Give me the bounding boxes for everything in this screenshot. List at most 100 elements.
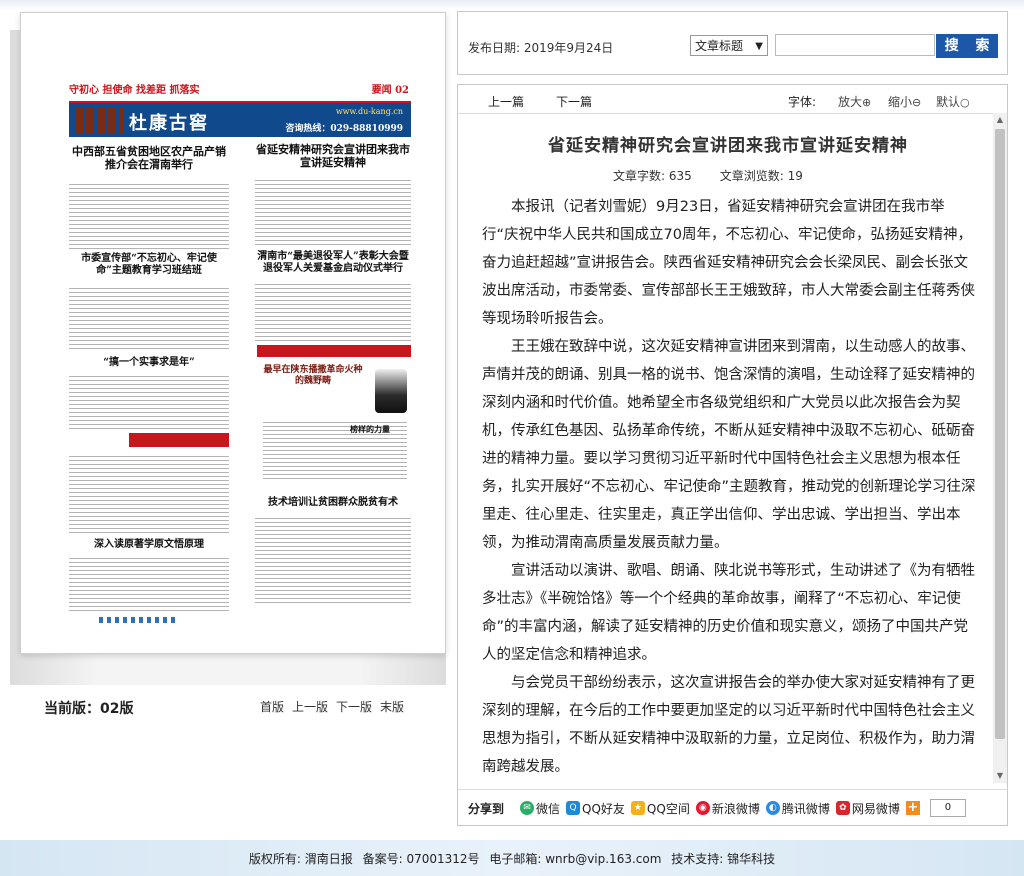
newspaper-page-image[interactable]: 守初心 担使命 找差距 抓落实 要闻 02 杜康古窖 www.du-kang.c… [49,73,433,623]
first-edition-link[interactable]: 首版 [260,698,284,715]
paper-portrait [375,369,407,413]
share-sina-weibo[interactable]: ◉ 新浪微博 [695,800,760,817]
prev-article-link[interactable]: 上一篇 [488,93,524,110]
zoom-out-button[interactable]: 缩小⊖ [888,93,921,110]
share-bar: 分享到 ✉ 微信 Q QQ好友 ★ QQ空间 ◉ 新浪微博 ◐ 腾讯微博 ✿ 网易微博 + … [458,789,1007,824]
zoom-default-label: 默认 [936,95,961,109]
prev-edition-link[interactable]: 上一版 [292,698,328,715]
view-count: 文章浏览数: 19 [719,169,803,183]
paper-text-block [255,281,411,341]
wechat-icon: ✉ [520,801,534,815]
publish-date: 发布日期: 2019年9月24日 [468,41,614,55]
paper-section-bar [257,345,411,357]
search-field-select[interactable]: 文章标题 ▼ [690,35,768,56]
scroll-up-arrow-icon[interactable]: ▲ [993,113,1007,127]
ad-tel: 咨询热线：029-88810999 [285,124,403,134]
netease-weibo-icon: ✿ [835,801,850,815]
paper-red-box [129,433,229,447]
edition-pager: 首版 上一版 下一版 末版 [260,698,404,715]
paper-headline[interactable]: 技术培训让贫困群众脱贫有术 [255,497,411,509]
article-paragraph: 与会党员干部纷纷表示，这次宣讲报告会的举办使大家对延安精神有了更深刻的理解，在今… [482,675,975,775]
scroll-thumb[interactable] [995,129,1005,739]
paper-headline[interactable]: 榜样的力量 [333,424,407,435]
next-edition-link[interactable]: 下一版 [336,698,372,715]
search-panel: 发布日期: 2019年9月24日 文章标题 ▼ 搜 索 [457,11,1008,75]
search-input[interactable] [775,34,935,56]
newspaper-edition: 要闻 02 [371,85,409,96]
footer-text: 版权所有: 渭南日报 备案号: 07001312号 电子邮箱: wnrb@vip… [0,850,1024,867]
next-article-link[interactable]: 下一篇 [556,93,592,110]
article-panel: 上一篇 下一篇 字体: 放大⊕ 缩小⊖ 默认○ 省延安精神研究会宣讲团来我市宣讲… [457,84,1008,826]
paper-text-block [69,181,229,251]
paper-text-block [255,515,411,605]
share-netease-weibo[interactable]: ✿ 网易微博 [835,800,900,817]
zoom-default-button[interactable]: 默认○ [936,93,970,110]
zoom-out-label: 缩小 [888,95,913,109]
article-scrollbar[interactable]: ▲ ▼ [993,113,1007,783]
footer-support: 技术支持: 锦华科技 [671,852,776,866]
paper-page-dots [99,617,179,623]
minus-circle-icon: ⊖ [912,96,922,109]
article-paragraph: 宣讲活动以演讲、歌唱、朗诵、陕北说书等形式，生动讲述了《为有牺牲多壮志》《半碗饸… [482,563,975,663]
article-toolbar: 上一篇 下一篇 字体: 放大⊕ 缩小⊖ 默认○ [458,85,1007,114]
share-items: ✉ 微信 Q QQ好友 ★ QQ空间 ◉ 新浪微博 ◐ 腾讯微博 ✿ 网易微博 + 0 [520,799,966,817]
ad-url: www.du-kang.cn [335,107,403,116]
share-qq-label: QQ好友 [582,801,625,816]
tencent-weibo-icon: ◐ [765,801,780,815]
share-qzone-label: QQ空间 [646,801,690,816]
current-edition-label: 当前版：02版 [44,701,134,717]
share-netease-label: 网易微博 [851,801,900,816]
newspaper-slogan: 守初心 担使命 找差距 抓落实 [69,85,200,96]
scroll-down-arrow-icon[interactable]: ▼ [993,769,1007,783]
share-wechat[interactable]: ✉ 微信 [520,800,560,817]
circle-icon: ○ [960,96,970,109]
share-qzone[interactable]: ★ QQ空间 [630,800,690,817]
site-footer: 版权所有: 渭南日报 备案号: 07001312号 电子邮箱: wnrb@vip… [0,840,1024,876]
dropdown-caret-icon: ▼ [755,41,763,52]
paper-headline[interactable]: 市委宣传部“不忘初心、牢记使命”主题教育学习班结班 [69,253,229,277]
article-meta: 文章字数: 635 文章浏览数: 19 [613,167,803,184]
paper-headline[interactable]: 深入读原著学原文悟原理 [69,539,229,551]
footer-copyright: 版权所有: 渭南日报 [248,852,353,866]
newspaper-banner: 守初心 担使命 找差距 抓落实 要闻 02 [69,79,411,104]
share-sina-label: 新浪微博 [711,801,760,816]
share-more-plus-icon[interactable]: + [905,801,920,815]
article-title: 省延安精神研究会宣讲团来我市宣讲延安精神 [548,136,908,156]
qq-icon: Q [566,801,581,815]
footer-email: 电子邮箱: wnrb@vip.163.com [489,852,662,866]
share-tencent-weibo[interactable]: ◐ 腾讯微博 [765,800,830,817]
paper-headline[interactable]: 省延安精神研究会宣讲团来我市宣讲延安精神 [255,143,411,169]
paper-headline[interactable]: 中西部五省贫困地区农产品产销推介会在渭南举行 [69,145,229,171]
zoom-in-button[interactable]: 放大⊕ [838,93,871,110]
zoom-in-label: 放大 [838,95,863,109]
font-size-label: 字体: [788,95,817,109]
paper-text-block [69,285,229,351]
share-count: 0 [929,799,966,817]
share-tencent-label: 腾讯微博 [781,801,830,816]
paper-text-block [69,373,229,429]
paper-headline[interactable]: “搞一个实事求是年” [69,357,229,369]
ad-bottles-image [75,107,123,133]
word-count: 文章字数: 635 [613,169,692,183]
newspaper-ad: 杜康古窖 www.du-kang.cn 咨询热线：029-88810999 [69,103,411,137]
share-wechat-label: 微信 [536,801,561,816]
newspaper-page-frame[interactable]: 守初心 担使命 找差距 抓落实 要闻 02 杜康古窖 www.du-kang.c… [20,12,446,654]
paper-headline[interactable]: 最早在陕东播撒革命火种的魏野畴 [263,365,363,387]
paper-text-block [69,453,229,533]
paper-text-block [69,555,229,611]
sina-weibo-icon: ◉ [695,801,710,815]
article-paragraph: 王王娥在致辞中说，这次延安精神宣讲团来到渭南，以生动感人的故事、声情并茂的朗诵、… [482,339,976,551]
paper-text-block [255,177,411,247]
share-qq[interactable]: Q QQ好友 [566,800,625,817]
share-label: 分享到 [468,802,505,816]
search-field-selected: 文章标题 [695,39,744,53]
paper-headline[interactable]: 渭南市“最美退役军人”表彰大会暨退役军人关爱基金启动仪式举行 [255,251,411,275]
article-paragraph: 本报讯（记者刘雪妮）9月23日，省延安精神研究会宣讲团在我市举行“庆祝中华人民共… [482,199,975,327]
qzone-star-icon: ★ [630,801,645,815]
footer-icp: 备案号: 07001312号 [362,852,480,866]
ad-brand: 杜康古窖 [129,113,209,134]
last-edition-link[interactable]: 末版 [380,698,404,715]
article-body: 本报讯（记者刘雪妮）9月23日，省延安精神研究会宣讲团在我市举行“庆祝中华人民共… [482,193,978,781]
top-strip [0,0,1024,10]
search-button[interactable]: 搜 索 [936,34,998,58]
